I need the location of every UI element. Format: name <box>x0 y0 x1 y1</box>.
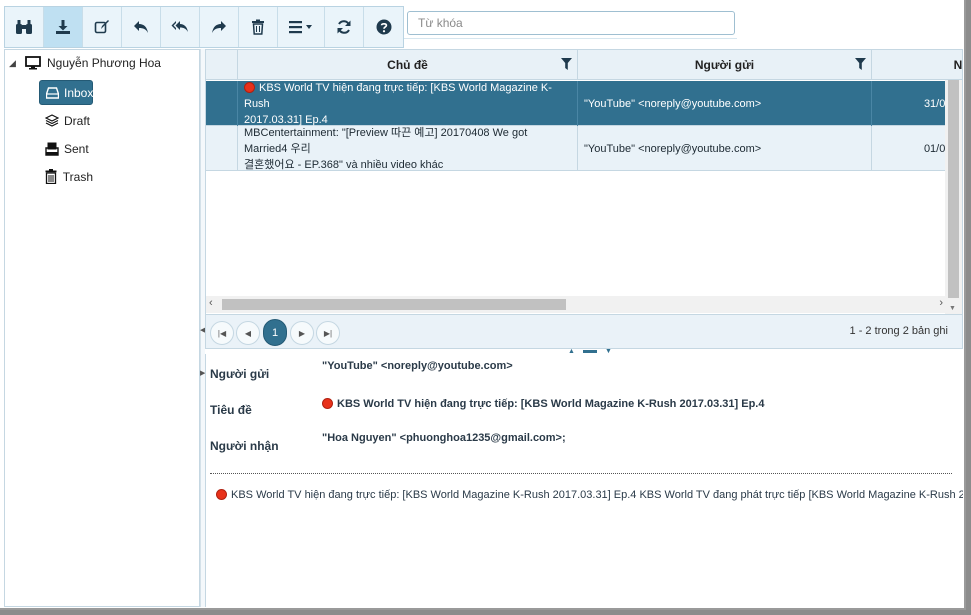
table-row[interactable]: KBS World TV hiện đang trực tiếp: [KBS W… <box>206 81 962 126</box>
compose-button[interactable] <box>83 7 122 47</box>
header-label: Người gửi <box>694 58 755 72</box>
pager: |◀ ◀ 1 ▶ ▶| 1 - 2 trong 2 bản ghi <box>206 314 962 348</box>
collapse-toggle-icon[interactable]: ◢ <box>9 58 19 69</box>
compose-icon <box>94 20 109 34</box>
folder-label: Inbox <box>64 85 94 100</box>
trash-icon <box>45 169 58 184</box>
subject-value: KBS World TV hiện đang trực tiếp: [KBS W… <box>322 398 764 410</box>
vertical-scrollbar[interactable]: ▼ <box>945 80 962 314</box>
row-select-cell[interactable] <box>206 81 238 126</box>
sender-label: Người gửi <box>210 367 270 381</box>
account-name: Nguyễn Phương Hoa <box>47 56 161 70</box>
scrollbar-thumb[interactable] <box>948 80 959 298</box>
row-select-cell[interactable] <box>206 126 238 171</box>
toolbar-divider <box>404 38 737 39</box>
folder-sent[interactable]: Sent <box>39 136 93 161</box>
sender-value: "YouTube" <noreply@youtube.com> <box>322 360 513 372</box>
header-label: Ngày <box>953 58 963 72</box>
horizontal-scrollbar[interactable]: ‹ › <box>206 296 946 313</box>
mail-app-window: ◢ Nguyễn Phương Hoa Inbox Draft Sent <box>0 0 966 610</box>
subject-line: 결혼했어요 - EP.368" và nhiều video khác <box>244 158 444 171</box>
header-label: Chủ đề <box>387 58 428 72</box>
header-sender[interactable]: Người gửi <box>578 50 872 80</box>
reply-icon <box>134 21 148 33</box>
subject-line: KBS World TV hiện đang trực tiếp: [KBS W… <box>244 81 552 110</box>
grid-header: Chủ đề Người gửi Ngày <box>206 50 963 80</box>
filter-icon[interactable] <box>561 58 572 70</box>
account-node[interactable]: ◢ Nguyễn Phương Hoa <box>9 56 161 70</box>
subject-line: MBCentertainment: "[Preview 따끈 예고] 20170… <box>244 126 528 155</box>
menu-icon <box>289 21 312 34</box>
inbox-icon <box>46 86 59 99</box>
reply-all-button[interactable] <box>161 7 200 47</box>
download-icon <box>56 20 70 34</box>
layers-icon <box>45 114 59 127</box>
delete-button[interactable] <box>239 7 278 47</box>
message-preview: Người gửi "YouTube" <noreply@youtube.com… <box>205 354 963 607</box>
folder-inbox[interactable]: Inbox <box>39 80 93 105</box>
binoculars-icon <box>16 20 32 34</box>
reply-button[interactable] <box>122 7 161 47</box>
refresh-icon <box>337 20 351 34</box>
subject-text: KBS World TV hiện đang trực tiếp: [KBS W… <box>337 398 765 410</box>
scroll-down-icon[interactable]: ▼ <box>949 305 956 312</box>
scroll-right-icon[interactable]: › <box>939 297 943 309</box>
body-text: KBS World TV hiện đang trực tiếp: [KBS W… <box>231 489 963 501</box>
toolbar <box>4 6 404 48</box>
message-body: KBS World TV hiện đang trực tiếp: [KBS W… <box>216 489 963 501</box>
filter-icon[interactable] <box>855 58 866 70</box>
header-select-column <box>206 50 238 80</box>
scroll-left-icon[interactable]: ‹ <box>209 297 213 309</box>
red-dot-icon <box>216 489 227 500</box>
table-row[interactable]: MBCentertainment: "[Preview 따끈 예고] 20170… <box>206 126 962 171</box>
pager-info: 1 - 2 trong 2 bản ghi <box>849 325 948 337</box>
reply-all-icon <box>171 21 188 32</box>
drag-bar[interactable] <box>582 350 597 353</box>
more-menu-button[interactable] <box>278 7 325 47</box>
current-page-button[interactable]: 1 <box>263 319 287 346</box>
next-page-button[interactable]: ▶ <box>290 321 314 345</box>
subject-line: 2017.03.31] Ep.4 <box>244 113 328 126</box>
sender-cell[interactable]: "YouTube" <noreply@youtube.com> <box>578 81 872 126</box>
search-box <box>407 11 735 35</box>
subject-cell[interactable]: MBCentertainment: "[Preview 따끈 예고] 20170… <box>238 126 578 171</box>
trash-icon <box>252 19 264 35</box>
receive-mail-button[interactable] <box>44 7 83 47</box>
red-dot-icon <box>322 398 333 409</box>
advanced-search-button[interactable] <box>5 7 44 47</box>
computer-icon <box>25 56 41 70</box>
first-page-button[interactable]: |◀ <box>210 321 234 345</box>
prev-page-button[interactable]: ◀ <box>236 321 260 345</box>
subject-cell[interactable]: KBS World TV hiện đang trực tiếp: [KBS W… <box>238 81 578 126</box>
folder-tree: ◢ Nguyễn Phương Hoa Inbox Draft Sent Tra… <box>4 49 200 607</box>
scrollbar-thumb[interactable] <box>222 299 566 310</box>
header-subject[interactable]: Chủ đề <box>238 50 578 80</box>
folder-label: Trash <box>62 169 93 184</box>
folder-trash[interactable]: Trash <box>39 164 93 189</box>
sender-cell[interactable]: "YouTube" <noreply@youtube.com> <box>578 126 872 171</box>
folder-label: Draft <box>64 113 91 128</box>
forward-button[interactable] <box>200 7 239 47</box>
last-page-button[interactable]: ▶| <box>316 321 340 345</box>
subject-label: Tiêu đề <box>210 403 252 417</box>
help-icon <box>376 19 391 35</box>
folder-draft[interactable]: Draft <box>39 108 93 133</box>
refresh-button[interactable] <box>325 7 364 47</box>
red-dot-icon <box>244 81 255 93</box>
sent-icon <box>45 142 59 156</box>
forward-icon <box>212 21 226 33</box>
header-date[interactable]: Ngày <box>872 50 963 80</box>
folder-label: Sent <box>64 141 89 156</box>
mail-list-grid: Chủ đề Người gửi Ngày KBS World TV hiện … <box>205 49 963 349</box>
recipient-label: Người nhận <box>210 439 279 453</box>
search-input[interactable] <box>408 12 734 34</box>
header-divider <box>210 473 952 474</box>
help-button[interactable] <box>364 7 403 47</box>
recipient-value: "Hoa Nguyen" <phuonghoa1235@gmail.com>; <box>322 432 566 444</box>
